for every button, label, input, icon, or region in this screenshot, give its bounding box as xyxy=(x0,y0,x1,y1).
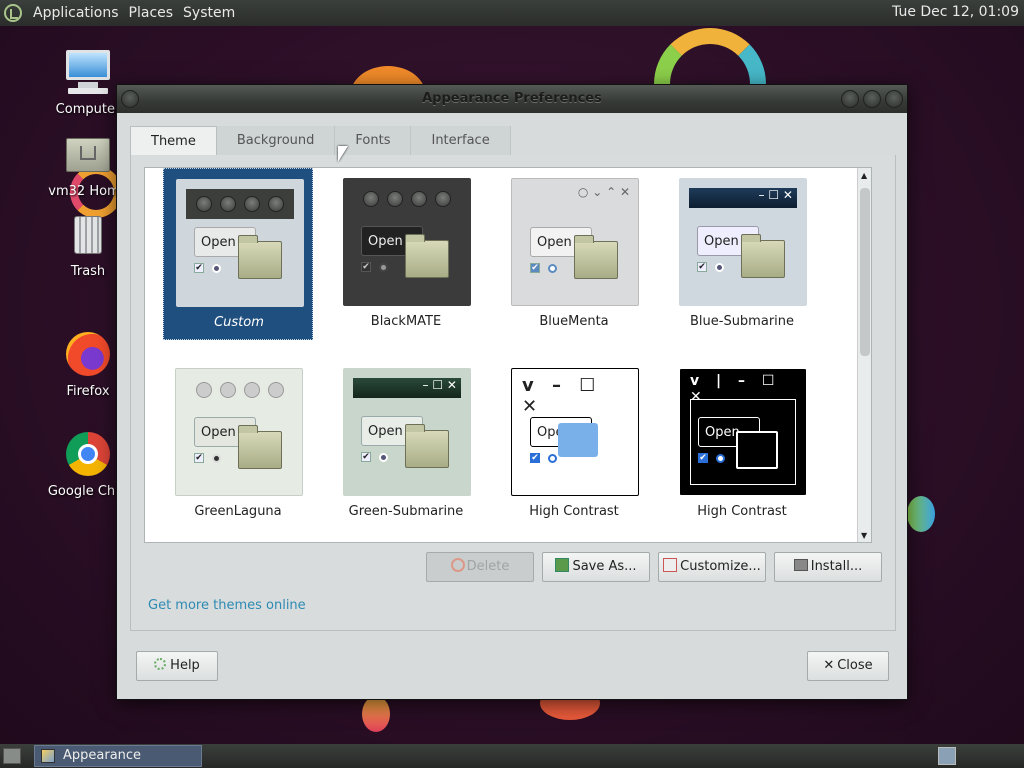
home-folder-icon xyxy=(64,130,112,178)
workspace-switcher[interactable] xyxy=(938,747,956,765)
window-titlebar[interactable]: Appearance Preferences xyxy=(117,85,907,113)
theme-name: BlackMATE xyxy=(370,314,442,329)
theme-name: Custom xyxy=(214,315,264,330)
theme-preview: Open ✔ xyxy=(343,178,471,306)
menu-places[interactable]: Places xyxy=(124,5,179,21)
close-button[interactable]: ✕ Close xyxy=(807,651,889,681)
get-more-themes-link[interactable]: Get more themes online xyxy=(148,598,306,613)
scroll-up-icon[interactable]: ▲ xyxy=(861,171,867,180)
theme-name: High Contrast xyxy=(697,504,787,519)
decor-ring xyxy=(907,496,935,532)
theme-item[interactable]: ○ ⌄ ⌃ ✕ Open ✔ BlueMenta xyxy=(499,168,649,340)
theme-name: BlueMenta xyxy=(539,314,609,329)
theme-item[interactable]: Open ✔ BlackMATE xyxy=(331,168,481,340)
theme-panel: Open ✔ Custom Open ✔ BlackMATE ○ ⌄ ⌃ ✕ O… xyxy=(130,155,896,631)
scroll-down-icon[interactable]: ▼ xyxy=(861,531,867,540)
chrome-icon xyxy=(64,430,112,478)
taskbar-item-appearance[interactable]: Appearance Prefere... xyxy=(34,745,202,767)
firefox-icon xyxy=(64,330,112,378)
bottom-panel: Appearance Prefere... xyxy=(0,744,1024,768)
menu-system[interactable]: System xyxy=(178,5,240,21)
close-icon: ✕ xyxy=(823,658,835,673)
theme-preview: Open ✔ xyxy=(176,179,304,307)
appearance-app-icon xyxy=(41,749,55,763)
delete-icon xyxy=(450,558,465,572)
theme-preview: v – ☐ ✕ Open ✔ xyxy=(511,368,639,496)
theme-grid-scrollbar[interactable]: ▲ ▼ xyxy=(857,168,871,542)
theme-item[interactable]: v | – ☐ ✕ Open ✔ High Contrast xyxy=(667,358,817,530)
show-desktop-icon[interactable] xyxy=(3,748,21,764)
menu-applications[interactable]: Applications xyxy=(28,5,124,21)
top-panel: Applications Places System Tue Dec 12, 0… xyxy=(0,0,1024,26)
tab-background[interactable]: Background xyxy=(216,126,336,155)
close-window-icon[interactable] xyxy=(885,90,903,108)
theme-preview: ○ ⌄ ⌃ ✕ Open ✔ xyxy=(511,178,639,306)
computer-icon xyxy=(64,48,112,96)
trash-icon xyxy=(64,210,112,258)
theme-item[interactable]: Open ✔ Custom xyxy=(163,168,313,340)
install-icon xyxy=(793,559,808,571)
decor-ring xyxy=(362,696,390,732)
theme-name: Green-Submarine xyxy=(348,504,464,519)
mate-logo-icon[interactable] xyxy=(4,4,22,22)
save-as-button[interactable]: Save As... xyxy=(542,552,650,582)
window-menu-icon[interactable] xyxy=(121,90,139,108)
tab-theme[interactable]: Theme xyxy=(130,126,217,155)
help-icon xyxy=(154,658,167,670)
theme-item[interactable]: v – ☐ ✕ Open ✔ High Contrast xyxy=(499,358,649,530)
window-title: Appearance Preferences xyxy=(422,91,602,106)
theme-item[interactable]: – ☐ ✕ Open ✔ Green-Submarine xyxy=(331,358,481,530)
theme-item[interactable]: Open ✔ GreenLaguna xyxy=(163,358,313,530)
theme-name: High Contrast xyxy=(529,504,619,519)
tab-bar: Theme Background Fonts Interface xyxy=(130,126,896,156)
customize-icon xyxy=(663,558,678,572)
theme-name: GreenLaguna xyxy=(194,504,282,519)
scrollbar-thumb[interactable] xyxy=(860,188,870,356)
delete-button[interactable]: Delete xyxy=(426,552,534,582)
customize-button[interactable]: Customize... xyxy=(658,552,766,582)
save-icon xyxy=(555,558,570,572)
theme-name: Blue-Submarine xyxy=(689,314,795,329)
theme-item[interactable]: – ☐ ✕ Open ✔ Blue-Submarine xyxy=(667,168,817,340)
theme-preview: – ☐ ✕ Open ✔ xyxy=(343,368,471,496)
theme-preview: – ☐ ✕ Open ✔ xyxy=(679,178,807,306)
theme-preview: Open ✔ xyxy=(175,368,303,496)
theme-grid: Open ✔ Custom Open ✔ BlackMATE ○ ⌄ ⌃ ✕ O… xyxy=(144,167,872,543)
mouse-pointer-icon xyxy=(338,146,348,162)
install-button[interactable]: Install... xyxy=(774,552,882,582)
help-button[interactable]: Help xyxy=(136,651,218,681)
tab-interface[interactable]: Interface xyxy=(411,126,511,155)
appearance-preferences-window: Appearance Preferences Theme Background … xyxy=(116,84,908,700)
clock[interactable]: Tue Dec 12, 01:09 xyxy=(892,4,1019,20)
minimize-icon[interactable] xyxy=(841,90,859,108)
maximize-icon[interactable] xyxy=(863,90,881,108)
theme-preview: v | – ☐ ✕ Open ✔ xyxy=(679,368,807,496)
